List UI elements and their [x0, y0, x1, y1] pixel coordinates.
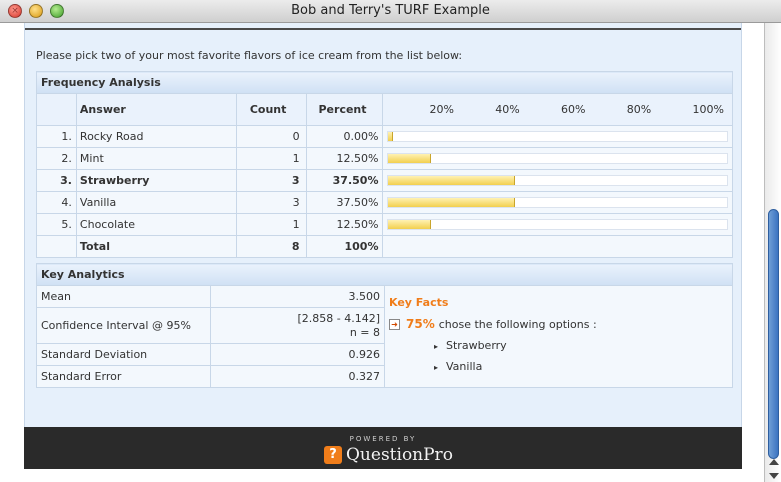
percent-cell: 37.50% [305, 191, 384, 214]
key-fact-percent: 75% [406, 317, 435, 331]
bar-fill [388, 220, 431, 229]
bar-fill [388, 176, 516, 185]
total-percent: 100% [305, 235, 384, 258]
bar-cell [382, 125, 733, 148]
percent-cell: 37.50% [305, 169, 384, 192]
key-fact-option: ▸ Strawberry [434, 339, 728, 352]
scale-tick: 80% [626, 103, 652, 116]
panel-top-divider [25, 28, 741, 30]
row-number-header [36, 93, 77, 126]
bar-fill [388, 154, 431, 163]
scale-tick: 40% [495, 103, 520, 116]
powered-by-label: POWERED BY [349, 435, 417, 443]
scroll-down-arrow-icon[interactable] [769, 473, 779, 479]
bullet-icon: ▸ [434, 342, 439, 351]
bar-track [387, 219, 728, 230]
answer-cell: Vanilla [75, 191, 237, 214]
total-number-cell [36, 235, 77, 258]
key-fact-option-label: Vanilla [446, 360, 483, 373]
row-number: 3. [36, 169, 77, 192]
key-fact-option-label: Strawberry [446, 339, 507, 352]
metric-value: 0.926 [210, 343, 385, 366]
table-row: 3. Strawberry 3 37.50% [36, 169, 733, 192]
frequency-analysis-table: Frequency Analysis Answer Count Percent … [36, 71, 733, 258]
metric-label: Confidence Interval @ 95% [36, 307, 211, 344]
metric-row-mean: Mean 3.500 Key Facts ➜ 75% chose the fol… [36, 285, 733, 388]
bar-track [387, 197, 728, 208]
row-number: 2. [36, 147, 77, 170]
table-row: 1. Rocky Road 0 0.00% [36, 125, 733, 148]
scale-tick: 100% [692, 103, 724, 116]
questionpro-brand: QuestionPro [346, 445, 453, 465]
bar-cell [382, 169, 733, 192]
table-row: 5. Chocolate 1 12.50% [36, 213, 733, 236]
bar-track [387, 153, 728, 164]
key-facts-box: Key Facts ➜ 75% chose the following opti… [384, 285, 733, 388]
key-fact-line: ➜ 75% chose the following options : [389, 317, 728, 331]
bar-track [387, 131, 728, 142]
count-header: Count [235, 93, 307, 126]
scrollbar-thumb[interactable] [768, 209, 779, 459]
key-analytics-table: Key Analytics Mean 3.500 Key Facts ➜ 75%… [36, 263, 733, 388]
bullet-icon: ▸ [434, 363, 439, 372]
metric-label: Standard Deviation [36, 343, 211, 366]
row-number: 5. [36, 213, 77, 236]
question-text: Please pick two of your most favorite fl… [36, 49, 463, 62]
key-fact-option: ▸ Vanilla [434, 360, 728, 373]
total-count: 8 [235, 235, 307, 258]
metric-value: 0.327 [210, 365, 385, 388]
row-number: 4. [36, 191, 77, 214]
footer-bar: POWERED BY ? QuestionPro [24, 427, 742, 469]
metric-value: 3.500 [210, 285, 385, 308]
percent-cell: 0.00% [305, 125, 384, 148]
answer-cell: Mint [75, 147, 237, 170]
total-label: Total [75, 235, 237, 258]
bar-fill [388, 198, 516, 207]
answer-cell: Strawberry [75, 169, 237, 192]
total-bar-cell [382, 235, 733, 258]
bar-track [387, 175, 728, 186]
page-content: Please pick two of your most favorite fl… [0, 23, 764, 482]
bar-cell [382, 191, 733, 214]
window-title: Bob and Terry's TURF Example [291, 3, 490, 18]
vertical-scrollbar[interactable] [764, 23, 781, 482]
metric-value: [2.858 - 4.142] [297, 311, 380, 325]
window-titlebar: × Bob and Terry's TURF Example [0, 0, 781, 23]
answer-cell: Chocolate [75, 213, 237, 236]
table-row: 4. Vanilla 3 37.50% [36, 191, 733, 214]
total-row: Total 8 100% [36, 235, 733, 258]
percent-cell: 12.50% [305, 147, 384, 170]
scale-tick: 20% [429, 103, 454, 116]
answer-header: Answer [75, 93, 237, 126]
count-cell: 3 [235, 191, 307, 214]
metric-label: Mean [36, 285, 211, 308]
count-cell: 0 [235, 125, 307, 148]
answer-cell: Rocky Road [75, 125, 237, 148]
metric-value-cell: [2.858 - 4.142] n = 8 [210, 307, 385, 344]
percent-header: Percent [305, 93, 384, 126]
count-cell: 1 [235, 213, 307, 236]
arrow-right-icon: ➜ [389, 318, 400, 330]
bar-cell [382, 147, 733, 170]
scroll-up-arrow-icon[interactable] [769, 459, 779, 465]
bar-fill [388, 132, 393, 141]
count-cell: 1 [235, 147, 307, 170]
percent-scale: 20% 40% 60% 80% 100% [387, 103, 728, 116]
key-fact-text: chose the following options : [438, 317, 597, 331]
bar-scale-header: 20% 40% 60% 80% 100% [382, 93, 733, 126]
metric-sample-size: n = 8 [349, 325, 380, 339]
survey-report-panel: Please pick two of your most favorite fl… [24, 23, 742, 427]
row-number: 1. [36, 125, 77, 148]
key-facts-title: Key Facts [389, 296, 449, 309]
metric-label: Standard Error [36, 365, 211, 388]
count-cell: 3 [235, 169, 307, 192]
scale-tick: 60% [561, 103, 586, 116]
frequency-analysis-title: Frequency Analysis [36, 71, 733, 94]
bar-cell [382, 213, 733, 236]
questionpro-logo-icon: ? [324, 446, 342, 464]
percent-cell: 12.50% [305, 213, 384, 236]
key-analytics-title: Key Analytics [36, 263, 733, 286]
questionpro-logo[interactable]: ? QuestionPro [324, 445, 453, 465]
table-row: 2. Mint 1 12.50% [36, 147, 733, 170]
